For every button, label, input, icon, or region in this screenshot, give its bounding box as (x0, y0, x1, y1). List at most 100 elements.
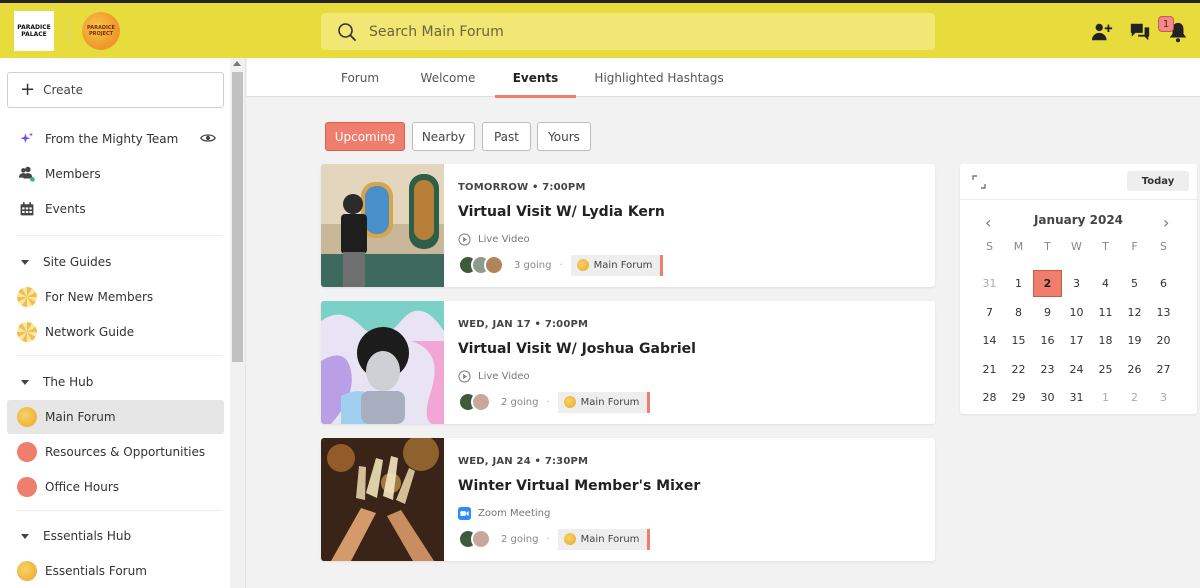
calendar-day[interactable]: 1 (1004, 270, 1033, 297)
today-button[interactable]: Today (1127, 171, 1189, 191)
attendee-avatars[interactable] (458, 392, 491, 412)
event-thumbnail[interactable] (321, 438, 444, 561)
calendar-day[interactable]: 9 (1033, 299, 1062, 326)
calendar-day[interactable]: 3 (1149, 384, 1178, 411)
add-person-icon[interactable] (1090, 20, 1114, 44)
forum-tag[interactable]: Main Forum (557, 528, 651, 550)
tab-events[interactable]: Events (495, 58, 576, 98)
event-title[interactable]: Virtual Visit W/ Joshua Gabriel (458, 341, 696, 357)
calendar-day[interactable]: 30 (1033, 384, 1062, 411)
paradice-project-logo[interactable]: PARADICE PROJECT (82, 12, 120, 50)
notification-badge: 1 (1158, 16, 1174, 32)
sidebar-item-events[interactable]: Events (7, 192, 224, 226)
calendar-day[interactable]: 16 (1033, 327, 1062, 354)
tab-forum[interactable]: Forum (327, 58, 393, 97)
sidebar-item-network-guide[interactable]: Network Guide (7, 315, 224, 349)
sparkle-icon (17, 129, 37, 149)
calendar-day[interactable]: 3 (1062, 270, 1091, 297)
calendar-day[interactable]: 5 (1120, 270, 1149, 297)
event-card[interactable]: WED, JAN 17 • 7:00PM Virtual Visit W/ Jo… (321, 301, 935, 424)
calendar-day[interactable]: 13 (1149, 299, 1178, 326)
calendar-day[interactable]: 15 (1004, 327, 1033, 354)
scrollbar-thumb[interactable] (232, 72, 243, 362)
attendee-count[interactable]: 2 going (501, 534, 538, 545)
sidebar-item-label: Essentials Forum (45, 564, 147, 578)
chevron-left-icon[interactable]: ‹ (985, 213, 991, 232)
calendar-day[interactable]: 31 (975, 270, 1004, 297)
section-site-guides[interactable]: Site Guides (7, 245, 224, 279)
calendar-day[interactable]: 21 (975, 356, 1004, 383)
calendar-day[interactable]: 29 (1004, 384, 1033, 411)
attendee-count[interactable]: 2 going (501, 397, 538, 408)
weekday-label: S (986, 240, 993, 253)
calendar-day[interactable]: 26 (1120, 356, 1149, 383)
search-input[interactable] (369, 23, 909, 40)
event-thumbnail[interactable] (321, 164, 444, 287)
attendee-avatars[interactable] (458, 255, 504, 275)
members-icon (17, 164, 37, 184)
calendar-day[interactable]: 19 (1120, 327, 1149, 354)
sidebar-item-essentials-forum[interactable]: Essentials Forum (7, 554, 224, 588)
sidebar-item-office-hours[interactable]: Office Hours (7, 470, 224, 504)
expand-icon[interactable] (972, 175, 986, 189)
search-bar[interactable] (321, 13, 935, 50)
sidebar-scrollbar[interactable] (230, 58, 245, 588)
calendar-day[interactable]: 7 (975, 299, 1004, 326)
forum-tag-label: Main Forum (580, 533, 640, 545)
calendar-day[interactable]: 6 (1149, 270, 1178, 297)
calendar-day[interactable]: 8 (1004, 299, 1033, 326)
chat-bubbles-icon[interactable] (1128, 20, 1152, 44)
calendar-day[interactable]: 22 (1004, 356, 1033, 383)
calendar-day[interactable]: 11 (1091, 299, 1120, 326)
calendar-day[interactable]: 25 (1091, 356, 1120, 383)
attendee-count[interactable]: 3 going (514, 260, 551, 271)
logo-secondary-text: PARADICE PROJECT (87, 25, 115, 37)
event-title[interactable]: Virtual Visit W/ Lydia Kern (458, 204, 665, 220)
tab-welcome[interactable]: Welcome (411, 58, 485, 97)
section-the-hub[interactable]: The Hub (7, 365, 224, 399)
caret-down-icon (21, 259, 29, 265)
calendar-day[interactable]: 18 (1091, 327, 1120, 354)
event-title[interactable]: Winter Virtual Member's Mixer (458, 478, 700, 494)
calendar-day[interactable]: 12 (1120, 299, 1149, 326)
filter-yours[interactable]: Yours (537, 122, 591, 151)
sidebar-item-for-new-members[interactable]: For New Members (7, 280, 224, 314)
calendar-day[interactable]: 27 (1149, 356, 1178, 383)
separator-dot: · (546, 396, 550, 408)
scroll-up-arrow-icon[interactable] (233, 61, 241, 66)
eye-icon[interactable] (200, 132, 216, 147)
filter-upcoming[interactable]: Upcoming (325, 122, 405, 151)
calendar-day[interactable]: 23 (1033, 356, 1062, 383)
event-card[interactable]: WED, JAN 24 • 7:30PM Winter Virtual Memb… (321, 438, 935, 561)
calendar-day[interactable]: 4 (1091, 270, 1120, 297)
calendar-day[interactable]: 10 (1062, 299, 1091, 326)
calendar-day[interactable]: 24 (1062, 356, 1091, 383)
calendar-day[interactable]: 14 (975, 327, 1004, 354)
tab-highlighted-hashtags[interactable]: Highlighted Hashtags (589, 58, 729, 97)
calendar-day[interactable]: 31 (1062, 384, 1091, 411)
sidebar-item-mighty-team[interactable]: From the Mighty Team (7, 122, 224, 156)
calendar-day[interactable]: 2 (1033, 270, 1062, 297)
calendar-day[interactable]: 28 (975, 384, 1004, 411)
calendar-day[interactable]: 2 (1120, 384, 1149, 411)
calendar-day[interactable]: 1 (1091, 384, 1120, 411)
create-button[interactable]: + Create (7, 72, 224, 108)
attendee-avatars[interactable] (458, 529, 491, 549)
paradice-palace-logo[interactable]: PARADICE PALACE (14, 11, 54, 51)
filter-nearby[interactable]: Nearby (412, 122, 475, 151)
event-card[interactable]: TOMORROW • 7:00PM Virtual Visit W/ Lydia… (321, 164, 935, 287)
filter-past[interactable]: Past (482, 122, 531, 151)
section-essentials-hub[interactable]: Essentials Hub (7, 519, 224, 553)
sidebar-item-resources[interactable]: Resources & Opportunities (7, 435, 224, 469)
zoom-video-icon (458, 507, 471, 520)
sidebar-item-main-forum[interactable]: Main Forum (7, 400, 224, 434)
event-thumbnail[interactable] (321, 301, 444, 424)
forum-tag[interactable]: Main Forum (557, 391, 651, 413)
calendar-day[interactable]: 17 (1062, 327, 1091, 354)
sidebar-item-members[interactable]: Members (7, 157, 224, 191)
chevron-right-icon[interactable]: › (1163, 213, 1169, 232)
calendar-widget: Today January 2024 ‹ › S M T W T F S 31 1 2 3 4 5 6 7 8… (960, 164, 1197, 414)
forum-tag[interactable]: Main Forum (570, 254, 664, 276)
calendar-day[interactable]: 20 (1149, 327, 1178, 354)
sidebar-divider (16, 355, 222, 356)
